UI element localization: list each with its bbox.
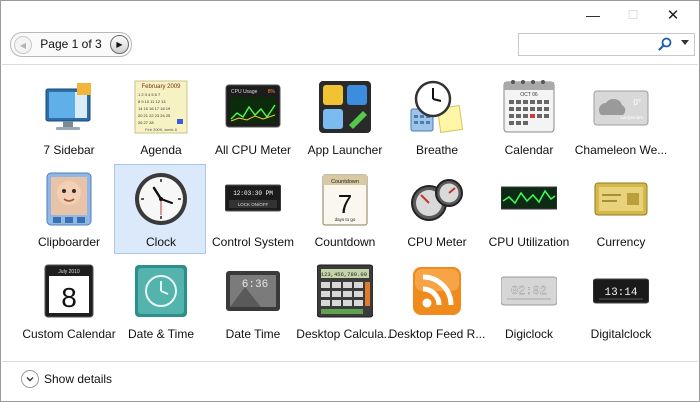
close-button[interactable]: ✕	[651, 1, 695, 29]
calculator-icon: 123,456,789.00	[317, 264, 373, 318]
gadget-tile[interactable]: OCT 06 Calendar	[482, 72, 574, 162]
custom-month-text: July 2010	[58, 269, 80, 275]
gadget-tile[interactable]: Desktop Feed R...	[389, 256, 485, 346]
close-icon: ✕	[666, 7, 680, 24]
svg-text:14 15 16 17 18 19: 14 15 16 17 18 19	[138, 106, 171, 111]
svg-text:8 9 10 11 12 13: 8 9 10 11 12 13	[138, 99, 166, 104]
gadget-tile[interactable]: 6:36 Date Time	[206, 256, 298, 346]
gadget-tile[interactable]: 13:14 Digitalclock	[574, 256, 666, 346]
show-details-label: Show details	[44, 372, 113, 386]
search-box[interactable]	[518, 33, 695, 56]
digiclock-time-text: 02:02	[511, 284, 547, 298]
gadget-tile[interactable]: CPU Meter	[390, 164, 482, 254]
clipboarder-baby-icon	[46, 172, 92, 226]
gadget-label: Digitalclock	[590, 327, 652, 341]
search-input[interactable]	[523, 36, 665, 53]
analog-clock-icon	[135, 173, 187, 225]
gadget-tile[interactable]: Breathe	[390, 72, 482, 162]
gadget-tile[interactable]: Countdown 7 days to go Countdown	[298, 164, 390, 254]
maximize-icon: ☐	[627, 8, 639, 22]
cpu-usage-value: 8%	[268, 89, 276, 95]
weather-city-text: Langemark	[620, 115, 643, 120]
minimize-icon: —	[586, 7, 600, 23]
gadget-tile[interactable]: February 2009 1 2 3 4 5 6 7 8 9 10 11 12…	[114, 72, 206, 162]
digitalclock-time-text: 13:14	[604, 287, 637, 299]
gadget-tile[interactable]: Clipboarder	[22, 164, 114, 254]
chevron-right-icon: ▶	[116, 40, 123, 49]
svg-text:20 21 22 23 24 25: 20 21 22 23 24 25	[138, 113, 171, 118]
gadget-tile[interactable]: 123,456,789.00 Desktop Calcula...	[296, 256, 394, 346]
gadget-tile-selected[interactable]: Clock	[114, 164, 206, 254]
rss-feed-icon	[413, 267, 461, 315]
cpu-meter-graph-icon: CPU Usage 8%	[225, 84, 281, 128]
search-icon[interactable]	[658, 37, 672, 51]
control-system-icon: 12:03:30 PM LOCK ON/OFF	[225, 184, 281, 212]
weather-temp-text: 0°	[633, 98, 641, 107]
custom-day-text: 8	[61, 282, 77, 313]
svg-text:26 27 28: 26 27 28	[138, 120, 154, 125]
bottom-divider	[2, 361, 698, 362]
gadget-tile[interactable]: CPU Utilization	[482, 164, 574, 254]
currency-card-icon	[594, 182, 648, 216]
show-details-toggle[interactable]: Show details	[21, 370, 112, 388]
calendar-icon: OCT 06	[503, 80, 555, 133]
agenda-header-text: February 2009	[141, 84, 181, 90]
app-launcher-icon	[319, 81, 371, 133]
calendar-month-text: OCT 06	[520, 92, 538, 98]
sidebar-monitor-icon	[45, 83, 91, 130]
gadget-tile[interactable]: App Launcher	[298, 72, 390, 162]
gadget-tile[interactable]: 02:02 Digiclock	[482, 256, 574, 346]
pager: ◀ Page 1 of 3 ▶	[10, 32, 132, 57]
gadget-label: Currency	[596, 235, 646, 249]
chevron-down-icon[interactable]	[21, 370, 39, 388]
control-lock-text: LOCK ON/OFF	[238, 202, 269, 207]
agenda-footer-text: Feb 2009, week 8	[145, 127, 178, 132]
custom-calendar-icon: July 2010 8	[44, 264, 94, 318]
weather-cloud-icon: 0° Langemark	[593, 90, 649, 126]
countdown-title-text: Countdown	[331, 179, 359, 185]
agenda-calendar-icon: February 2009 1 2 3 4 5 6 7 8 9 10 11 12…	[134, 80, 188, 134]
digital-date-time-icon: 6:36	[226, 271, 280, 311]
gadget-tile[interactable]: 12:03:30 PM LOCK ON/OFF Control System	[206, 164, 298, 254]
gadget-tile[interactable]: CPU Usage 8% All CPU Meter	[206, 72, 298, 162]
gadget-label: Chameleon We...	[574, 143, 668, 157]
next-page-button[interactable]: ▶	[110, 35, 129, 54]
gadget-gallery-window: — ☐ ✕ ◀ Page 1 of 3 ▶ 7 Sidebar February…	[0, 0, 700, 402]
digiclock-icon: 02:02	[501, 276, 557, 306]
gadget-tile[interactable]: 7 Sidebar	[22, 72, 114, 162]
calc-display-text: 123,456,789.00	[321, 271, 367, 278]
countdown-sub-text: days to go	[335, 217, 356, 222]
gadget-tile[interactable]: Date & Time	[114, 256, 206, 346]
countdown-calendar-icon: Countdown 7 days to go	[322, 174, 368, 226]
digitalclock-icon: 13:14	[593, 278, 649, 304]
gadget-tile[interactable]: 0° Langemark Chameleon We...	[574, 72, 667, 162]
breathe-clock-icon	[410, 80, 464, 133]
countdown-number-text: 7	[338, 189, 352, 219]
datetime-digits-text: 6:36	[242, 279, 268, 291]
gadget-tile[interactable]: Currency	[574, 164, 666, 254]
svg-text:1 2 3 4 5 6 7: 1 2 3 4 5 6 7	[138, 92, 161, 97]
top-divider	[2, 64, 698, 65]
date-time-clock-icon	[135, 265, 187, 317]
gadget-tile[interactable]: July 2010 8 Custom Calendar	[22, 256, 116, 346]
control-time-text: 12:03:30 PM	[233, 190, 273, 197]
maximize-button[interactable]: ☐	[611, 1, 655, 29]
search-dropdown-icon[interactable]	[681, 40, 689, 45]
minimize-button[interactable]: —	[571, 1, 615, 29]
cpu-utilization-icon	[501, 186, 557, 210]
cpu-usage-title: CPU Usage	[231, 89, 258, 95]
cpu-gauges-icon	[411, 179, 463, 221]
